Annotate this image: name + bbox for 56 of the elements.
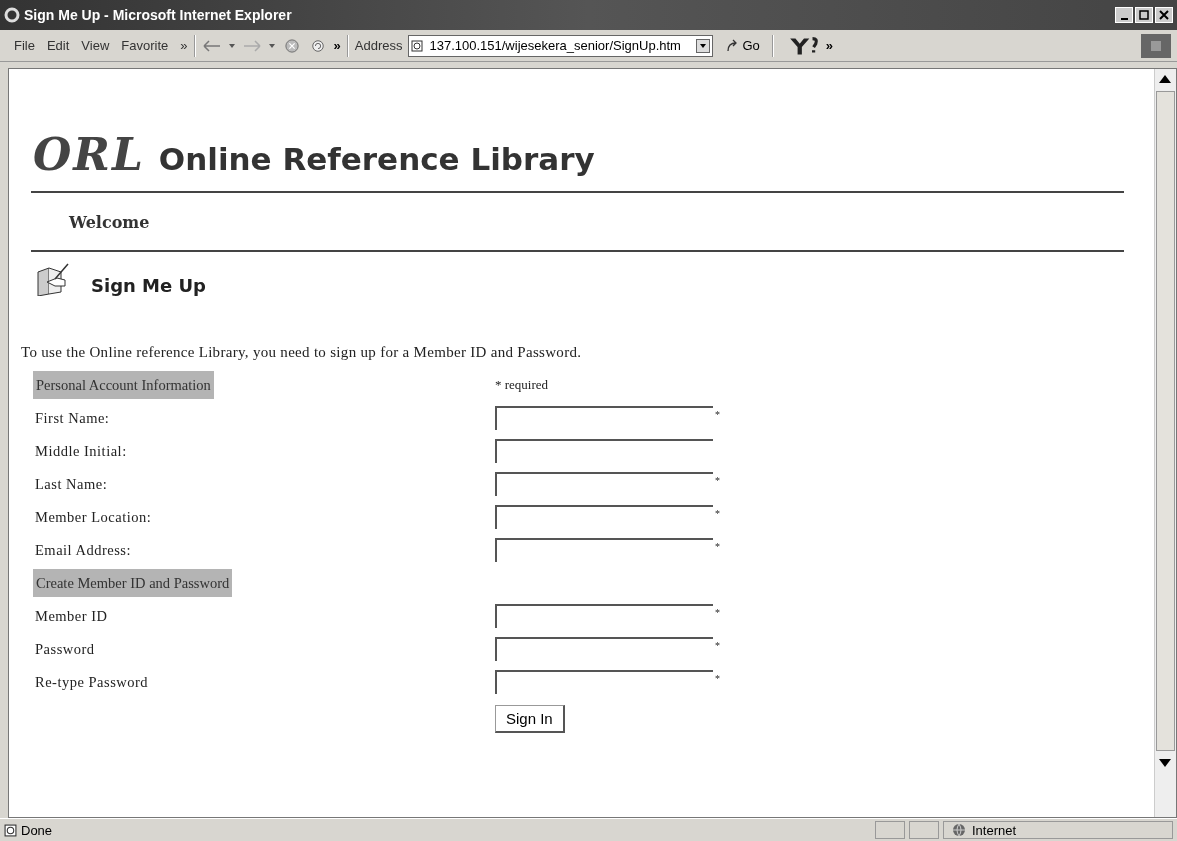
field-label: Middle Initial:: [34, 441, 128, 461]
site-title: Online Reference Library: [158, 141, 595, 177]
menu-item[interactable]: View: [81, 38, 110, 53]
minimize-button[interactable]: [1115, 7, 1133, 23]
required-mark: *: [715, 474, 720, 486]
more-chevron[interactable]: »: [333, 38, 341, 53]
window-title: Sign Me Up - Microsoft Internet Explorer: [24, 7, 293, 23]
page-icon: [4, 823, 17, 837]
dropdown-caret-icon[interactable]: [227, 41, 236, 50]
maximize-icon: [1139, 10, 1149, 20]
hand-writing-icon: [35, 262, 69, 296]
section-heading: Create Member ID and Password: [33, 569, 233, 597]
field-label: Member Location:: [34, 507, 153, 527]
required-mark: *: [715, 540, 720, 552]
required-mark: *: [715, 672, 720, 684]
required-note: * required: [495, 376, 550, 394]
field-label: Last Name:: [34, 474, 109, 494]
intro-text: To use the Online reference Library, you need to sign up for a Member ID and Password.: [21, 344, 583, 361]
globe-icon: [952, 823, 966, 837]
field-label: Re-type Password: [34, 672, 150, 692]
page-heading: Sign Me Up: [91, 275, 206, 296]
go-button[interactable]: Go: [719, 38, 766, 53]
more-chevron[interactable]: »: [180, 38, 188, 53]
toolbar-tile-icon: [1141, 33, 1171, 58]
scrollbar-thumb[interactable]: [1156, 91, 1175, 751]
back-arrow-icon[interactable]: [201, 38, 222, 53]
page-icon: [411, 39, 424, 52]
field-label: Email Address:: [34, 540, 132, 560]
menu-item[interactable]: File: [14, 38, 35, 53]
field-label: First Name:: [34, 408, 111, 428]
field-label: Member ID: [34, 606, 109, 626]
address-field[interactable]: 137.100.151/wijesekera_senior/SignUp.htm: [408, 34, 714, 57]
required-mark: *: [715, 606, 720, 618]
section-heading: Personal Account Information: [33, 371, 214, 399]
required-mark: *: [715, 639, 720, 651]
address-label: Address: [354, 38, 403, 53]
vertical-scrollbar[interactable]: [1154, 69, 1176, 817]
sign-in-button[interactable]: Sign In: [495, 705, 565, 733]
close-icon: [1159, 10, 1169, 20]
status-text: Done: [21, 822, 54, 838]
close-button[interactable]: [1155, 7, 1173, 23]
browser-logo-icon: [4, 7, 20, 23]
welcome-link[interactable]: Welcome: [21, 193, 150, 250]
field-label: Password: [34, 639, 96, 659]
minimize-icon: [1120, 17, 1128, 20]
logo-mark: ORL: [33, 129, 145, 180]
status-pane: [875, 821, 905, 839]
menu-item[interactable]: Favorite: [121, 38, 169, 53]
status-pane: [909, 821, 939, 839]
required-mark: *: [715, 408, 720, 420]
maximize-button[interactable]: [1135, 7, 1153, 23]
more-chevron[interactable]: »: [825, 38, 834, 53]
dropdown-caret-icon[interactable]: [267, 41, 276, 50]
security-zone-text: Internet: [972, 822, 1017, 838]
required-mark: *: [715, 507, 720, 519]
menu-item[interactable]: Edit: [46, 38, 70, 53]
